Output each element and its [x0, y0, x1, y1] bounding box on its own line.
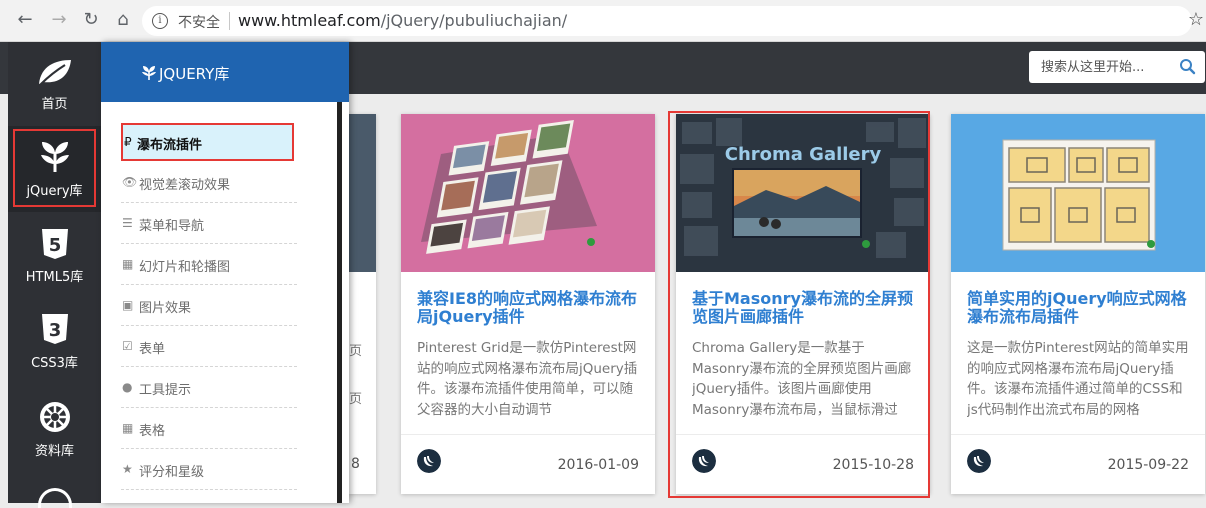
- partial-card-date: 8: [351, 456, 360, 472]
- url-path: /jQuery/pubuliuchajian/: [380, 11, 568, 30]
- star-half-icon: ★: [122, 462, 133, 476]
- css3-icon: 3: [42, 314, 68, 344]
- menu-item-image-effects[interactable]: ▣ 图片效果: [121, 286, 297, 326]
- partial-rail-icon: [38, 488, 72, 508]
- url-text[interactable]: www.htmleaf.com/jQuery/pubuliuchajian/: [238, 11, 567, 30]
- card-title[interactable]: 兼容IE8的响应式网格瀑布流布局jQuery插件: [417, 290, 639, 326]
- card-thumbnail[interactable]: [401, 114, 655, 272]
- menu-label: 表格: [139, 424, 166, 439]
- browser-toolbar: ← → ↻ ⌂ i 不安全 www.htmleaf.com/jQuery/pub…: [0, 0, 1206, 42]
- card-date: 2015-09-22: [1107, 457, 1189, 473]
- menu-item-parallax[interactable]: 👁 视觉差滚动效果: [121, 163, 297, 203]
- panel-title: JQUERY库: [159, 65, 230, 83]
- table-icon: ▦: [122, 421, 134, 435]
- address-separator: [229, 12, 230, 30]
- search-icon: [1180, 59, 1196, 75]
- menu-item-tables[interactable]: ▦ 表格: [121, 409, 297, 449]
- image-icon: ▣: [122, 298, 134, 312]
- film-icon: ▦: [122, 257, 134, 271]
- card-thumbnail[interactable]: [951, 114, 1205, 272]
- rail-item-resources[interactable]: 资料库: [8, 384, 101, 470]
- svg-text:3: 3: [49, 320, 62, 341]
- sprout-icon: [142, 66, 156, 80]
- grid-layout-illustration: [951, 114, 1205, 272]
- partial-card[interactable]: 页 页 8: [349, 114, 376, 494]
- menu-label: 表单: [139, 342, 166, 357]
- panel-header: JQUERY库: [101, 42, 349, 102]
- card-footer: 2016-01-09: [401, 434, 655, 494]
- menu-item-menus[interactable]: ☰ 菜单和导航: [121, 204, 297, 244]
- card-description: 这是一款仿Pinterest网站的简单实用的响应式网格瀑布流布局jQuery插件…: [967, 340, 1189, 418]
- empire-icon: [40, 402, 70, 432]
- plugin-card[interactable]: 兼容IE8的响应式网格瀑布流布局jQuery插件 Pinterest Grid是…: [401, 114, 655, 494]
- menu-item-forms[interactable]: ☑ 表单: [121, 327, 297, 367]
- menu-label: 评分和星级: [139, 465, 205, 480]
- menu-item-slideshow[interactable]: ▦ 幻灯片和轮播图: [121, 245, 297, 285]
- site-logo-icon: [417, 449, 441, 473]
- menu-label: 幻灯片和轮播图: [139, 260, 231, 275]
- checkbox-icon: ☑: [122, 339, 133, 353]
- menu-label: 图片效果: [139, 301, 192, 316]
- category-rail: 首页 jQuery库 5 HTML5库 3 CSS3库 资料库: [8, 42, 101, 508]
- partial-card-desc: 页 页: [349, 344, 363, 407]
- forward-arrow-icon[interactable]: →: [48, 9, 70, 31]
- leaf-icon: [39, 60, 71, 85]
- comment-icon: ●: [122, 380, 133, 394]
- address-bar[interactable]: i 不安全 www.htmleaf.com/jQuery/pubuliuchaj…: [142, 6, 1192, 36]
- menu-item-tooltips[interactable]: ● 工具提示: [121, 368, 297, 408]
- eye-slash-icon: 👁: [122, 175, 138, 189]
- html5-icon: 5: [42, 229, 68, 259]
- menu-label: 瀑布流插件: [137, 138, 203, 153]
- card-footer: 2015-09-22: [951, 434, 1205, 494]
- rail-label-home: 首页: [41, 97, 68, 112]
- rail-label-jquery: jQuery库: [26, 184, 83, 199]
- info-icon[interactable]: i: [152, 13, 168, 29]
- menu-item-waterfall[interactable]: ₽ 瀑布流插件: [121, 123, 294, 161]
- rail-label-html5: HTML5库: [25, 270, 84, 285]
- url-host: www.htmleaf.com: [238, 11, 381, 30]
- bookmark-star-icon[interactable]: ☆: [1188, 9, 1204, 30]
- menu-label: 工具提示: [139, 383, 192, 398]
- card-date: 2016-01-09: [557, 457, 639, 473]
- category-panel: JQUERY库 ₽ 瀑布流插件 👁 视觉差滚动效果 ☰ 菜单和导航 ▦ 幻灯片和…: [101, 42, 349, 503]
- grid-preview-illustration: [401, 114, 655, 272]
- rail-label-css3: CSS3库: [31, 356, 78, 371]
- svg-text:5: 5: [49, 235, 62, 256]
- rail-item-jquery[interactable]: jQuery库: [8, 126, 101, 212]
- search-button[interactable]: [1171, 51, 1205, 83]
- rail-item-css3[interactable]: 3 CSS3库: [8, 298, 101, 384]
- back-arrow-icon[interactable]: ←: [14, 9, 36, 31]
- rail-item-home[interactable]: 首页: [8, 42, 101, 128]
- search-box: [1029, 51, 1205, 83]
- menu-label: 菜单和导航: [139, 219, 205, 234]
- sprout-icon: [41, 142, 69, 172]
- rail-label-resources: 资料库: [34, 444, 74, 459]
- site-logo-icon: [967, 449, 991, 473]
- home-icon[interactable]: ⌂: [112, 9, 134, 31]
- card-description: Pinterest Grid是一款仿Pinterest网站的响应式网格瀑布流布局…: [417, 340, 638, 418]
- search-input[interactable]: [1029, 51, 1169, 83]
- menu-label: 视觉差滚动效果: [139, 178, 231, 193]
- reload-icon[interactable]: ↻: [80, 9, 102, 31]
- plugin-card[interactable]: 简单实用的jQuery响应式网格瀑布流布局插件 这是一款仿Pinterest网站…: [951, 114, 1205, 494]
- rail-item-html5[interactable]: 5 HTML5库: [8, 212, 101, 298]
- menu-item-rating[interactable]: ★ 评分和星级: [121, 450, 297, 490]
- card-title[interactable]: 简单实用的jQuery响应式网格瀑布流布局插件: [967, 290, 1189, 326]
- partial-card-thumb: [349, 114, 376, 272]
- list-icon: ☰: [122, 216, 133, 230]
- insecure-label: 不安全: [178, 15, 220, 31]
- card-highlight-outline: [668, 111, 930, 498]
- panel-scrollbar[interactable]: [337, 102, 342, 503]
- pinterest-icon: ₽: [124, 135, 132, 149]
